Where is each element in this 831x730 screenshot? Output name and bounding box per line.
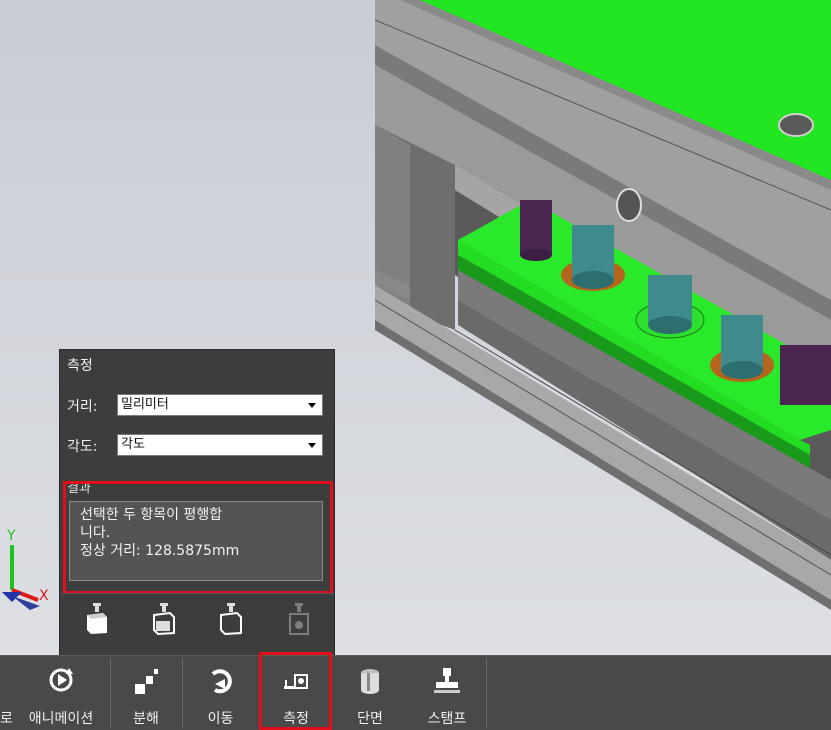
measure-tool-3-icon[interactable] [217,601,245,636]
axis-triad [2,545,40,610]
section-button[interactable]: 단면 [335,656,405,730]
chevron-down-icon [308,403,316,408]
move-button[interactable]: 이동 [183,656,258,730]
result-highlight [63,481,333,594]
measure-panel: 측정 거리: 밀리미터 각도: 각도 결과 선택한 두 항목이 평행합 니다. … [59,349,335,657]
measure-tool-4-icon[interactable] [285,601,313,635]
panel-divider [60,593,334,594]
animation-button[interactable]: 애니메이션 [14,656,108,730]
bottom-toolbar: 로 애니메이션 분해 이동 측정 단면 스탬프 [0,652,831,730]
stamp-button[interactable]: 스탬프 [410,656,484,730]
angle-label: 각도: [67,439,98,455]
measure-button-highlight [259,652,332,730]
distance-unit-select[interactable]: 밀리미터 [117,394,323,416]
toolbar-partial-button[interactable]: 로 [0,656,13,730]
stamp-icon [434,668,460,693]
section-label: 단면 [357,711,383,727]
animation-icon [49,668,73,692]
explode-label: 분해 [133,711,159,727]
explode-button[interactable]: 분해 [111,656,181,730]
axis-y-label: Y [7,528,16,544]
measure-tool-2-icon[interactable] [150,601,178,636]
measure-tool-1-icon[interactable] [83,601,111,635]
section-icon [361,669,379,694]
distance-label: 거리: [67,399,98,415]
animation-label: 애니메이션 [28,711,94,727]
axis-x-label: X [39,588,49,604]
chevron-down-icon [308,443,316,448]
move-label: 이동 [207,711,234,727]
angle-unit-select[interactable]: 각도 [117,434,323,456]
angle-unit-value: 각도 [121,437,145,452]
distance-unit-value: 밀리미터 [121,397,169,412]
explode-icon [135,669,158,694]
panel-title: 측정 [67,358,93,374]
move-icon [211,669,232,694]
toolbar-divider [486,658,487,728]
toolbar-partial-label: 로 [0,711,13,727]
stamp-label: 스탬프 [427,711,467,727]
